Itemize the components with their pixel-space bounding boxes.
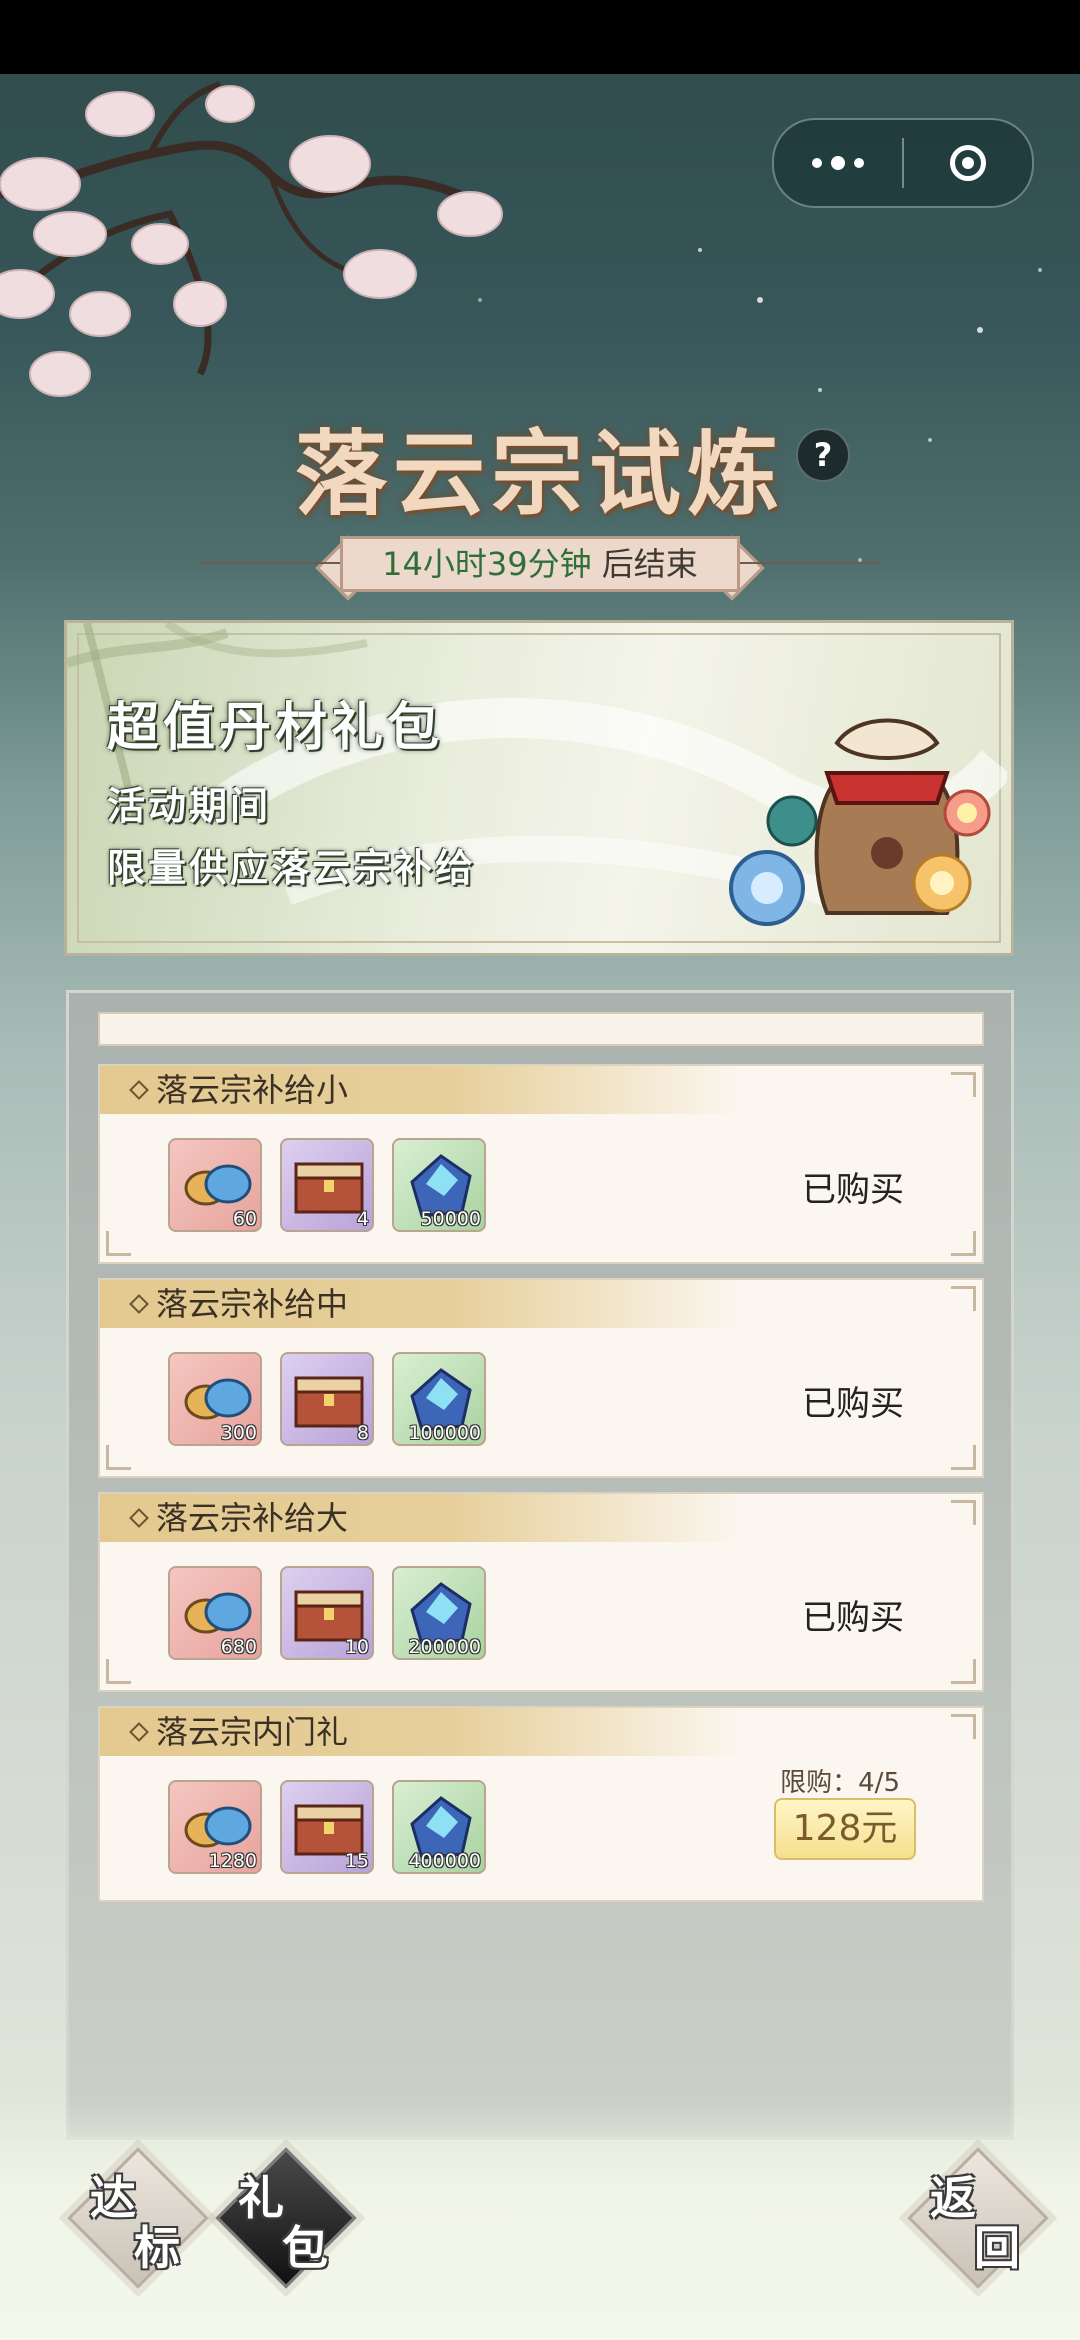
treasure-chest-item[interactable]: 4 <box>280 1138 374 1232</box>
nav-back-char1: 返 <box>930 2171 976 2225</box>
nav-back-char2: 回 <box>974 2221 1020 2275</box>
pack-card-inner-gate: 落云宗内门礼 1280 15 400000 限购：4/5 128元 <box>98 1706 984 1902</box>
nav-back-button[interactable]: 返 回 <box>907 2147 1049 2289</box>
nav-achievement-char1: 达 <box>90 2171 136 2225</box>
item-quantity: 200000 <box>408 1636 481 1658</box>
pack-title: 落云宗补给中 <box>156 1285 349 1323</box>
treasure-chest-item[interactable]: 8 <box>280 1352 374 1446</box>
item-quantity: 60 <box>232 1208 257 1230</box>
item-quantity: 300 <box>220 1422 257 1444</box>
item-quantity: 8 <box>356 1422 369 1444</box>
diamond-icon <box>129 1294 149 1314</box>
pack-title: 落云宗补给大 <box>156 1499 349 1537</box>
pack-card-small: 落云宗补给小 60 4 50000 已购买 <box>98 1064 984 1264</box>
pack-header: 落云宗补给小 <box>100 1066 740 1114</box>
pack-header: 落云宗内门礼 <box>100 1708 740 1756</box>
purchased-status: 已购买 <box>802 1384 904 1424</box>
purchased-status: 已购买 <box>802 1170 904 1210</box>
countdown-timer: 14小时39分钟 后结束 <box>340 536 740 592</box>
countdown-time: 14小时39分钟 <box>382 545 592 583</box>
target-circle-icon <box>950 145 986 181</box>
more-dots-icon <box>812 156 864 170</box>
pack-header: 落云宗补给中 <box>100 1280 740 1328</box>
pack-card-medium: 落云宗补给中 300 8 100000 已购买 <box>98 1278 984 1478</box>
treasure-chest-item[interactable]: 15 <box>280 1780 374 1874</box>
banner-line-2: 限量供应落云宗补给 <box>107 845 477 890</box>
diamond-icon <box>129 1722 149 1742</box>
purchase-limit: 限购：4/5 <box>780 1768 900 1798</box>
cloud-token-item[interactable]: 300 <box>168 1352 262 1446</box>
item-quantity: 400000 <box>408 1850 481 1872</box>
pack-title: 落云宗补给小 <box>156 1071 349 1109</box>
mini-program-capsule <box>772 118 1034 208</box>
status-bar <box>0 0 1080 74</box>
item-quantity: 100000 <box>408 1422 481 1444</box>
spirit-stone-item[interactable]: 100000 <box>392 1352 486 1446</box>
nav-achievement-char2: 标 <box>134 2221 180 2275</box>
countdown-suffix: 后结束 <box>601 545 698 583</box>
cloud-token-item[interactable]: 680 <box>168 1566 262 1660</box>
gift-pouch-icon <box>729 718 991 926</box>
pack-header: 落云宗补给大 <box>100 1494 740 1542</box>
treasure-chest-item[interactable]: 10 <box>280 1566 374 1660</box>
cloud-token-item[interactable]: 60 <box>168 1138 262 1232</box>
nav-achievement-button[interactable]: 达 标 <box>67 2147 209 2289</box>
pack-card-large: 落云宗补给大 680 10 200000 已购买 <box>98 1492 984 1692</box>
promo-banner: 超值丹材礼包 活动期间 限量供应落云宗补给 <box>64 620 1014 956</box>
page-title: 落云宗试炼 <box>294 420 785 528</box>
spirit-stone-item[interactable]: 50000 <box>392 1138 486 1232</box>
item-quantity: 50000 <box>420 1208 481 1230</box>
item-quantity: 15 <box>344 1850 369 1872</box>
nav-gift-char2: 包 <box>282 2221 328 2275</box>
nav-gift-char1: 礼 <box>238 2171 284 2225</box>
cloud-token-item[interactable]: 1280 <box>168 1780 262 1874</box>
more-button[interactable] <box>774 120 902 206</box>
diamond-icon <box>129 1080 149 1100</box>
item-quantity: 1280 <box>208 1850 257 1872</box>
buy-price-button[interactable]: 128元 <box>774 1798 916 1860</box>
banner-line-1: 活动期间 <box>107 783 272 828</box>
spirit-stone-item[interactable]: 400000 <box>392 1780 486 1874</box>
banner-title: 超值丹材礼包 <box>107 697 444 758</box>
pack-title: 落云宗内门礼 <box>156 1713 349 1751</box>
help-button[interactable]: ? <box>796 428 850 482</box>
close-button[interactable] <box>904 120 1032 206</box>
list-top-edge <box>98 1012 984 1046</box>
nav-gift-button[interactable]: 礼 包 <box>215 2147 357 2289</box>
item-quantity: 4 <box>356 1208 369 1230</box>
item-quantity: 680 <box>220 1636 257 1658</box>
purchased-status: 已购买 <box>802 1598 904 1638</box>
item-quantity: 10 <box>344 1636 369 1658</box>
spirit-stone-item[interactable]: 200000 <box>392 1566 486 1660</box>
diamond-icon <box>129 1508 149 1528</box>
